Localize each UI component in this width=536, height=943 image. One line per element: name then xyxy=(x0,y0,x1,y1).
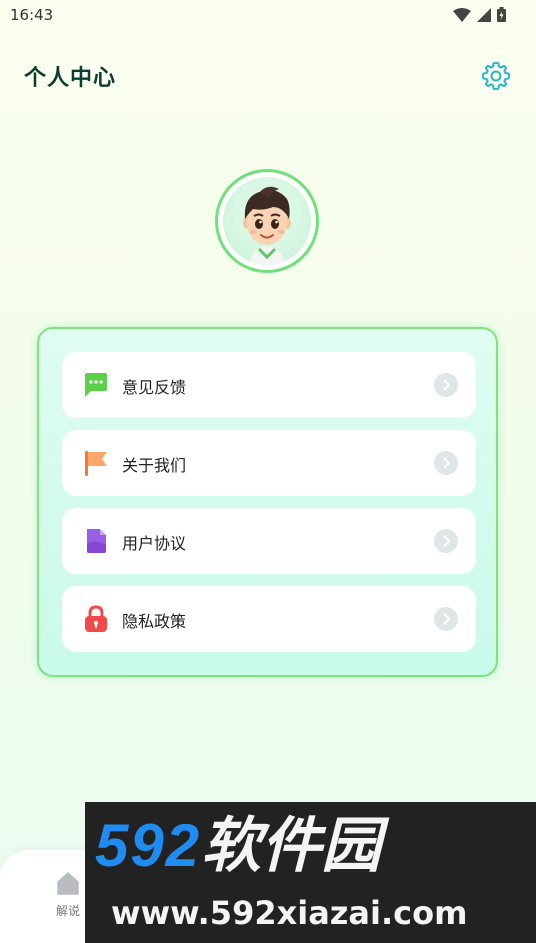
signal-icon xyxy=(477,7,491,22)
gear-icon xyxy=(482,62,510,90)
menu-item-label: 意见反馈 xyxy=(122,378,187,397)
battery-icon xyxy=(497,7,506,22)
status-time: 16:43 xyxy=(10,6,54,24)
menu-item-user-agreement[interactable]: 用户协议 xyxy=(62,508,476,574)
chevron-right-icon xyxy=(434,607,458,631)
chat-bubble-icon xyxy=(85,373,107,397)
lock-icon xyxy=(85,605,107,632)
avatar[interactable] xyxy=(215,169,319,273)
menu-item-label: 关于我们 xyxy=(122,456,187,475)
page-title: 个人中心 xyxy=(24,66,117,91)
status-icons xyxy=(453,7,506,22)
settings-button[interactable] xyxy=(480,60,512,92)
chevron-right-icon xyxy=(434,451,458,475)
chevron-right-icon xyxy=(434,529,458,553)
menu-item-feedback[interactable]: 意见反馈 xyxy=(62,352,476,418)
menu-item-about[interactable]: 关于我们 xyxy=(62,430,476,496)
watermark-logo: 592软件园 xyxy=(95,816,381,876)
flag-icon xyxy=(85,451,107,476)
home-icon xyxy=(57,872,79,895)
wifi-icon xyxy=(453,7,471,22)
watermark-brand: 软件园 xyxy=(201,812,382,879)
watermark: 592软件园 www.592xiazai.com xyxy=(85,802,536,943)
watermark-number: 592 xyxy=(95,812,202,879)
status-bar: 16:43 xyxy=(0,0,536,30)
menu-item-label: 用户协议 xyxy=(122,534,187,553)
document-icon xyxy=(87,529,106,553)
menu-item-privacy-policy[interactable]: 隐私政策 xyxy=(62,586,476,652)
chevron-right-icon xyxy=(434,373,458,397)
menu-panel: 意见反馈 关于我们 用户协议 隐私政策 xyxy=(37,327,498,677)
watermark-url: www.592xiazai.com xyxy=(111,894,468,932)
menu-item-label: 隐私政策 xyxy=(122,612,187,631)
avatar-image xyxy=(223,177,311,265)
